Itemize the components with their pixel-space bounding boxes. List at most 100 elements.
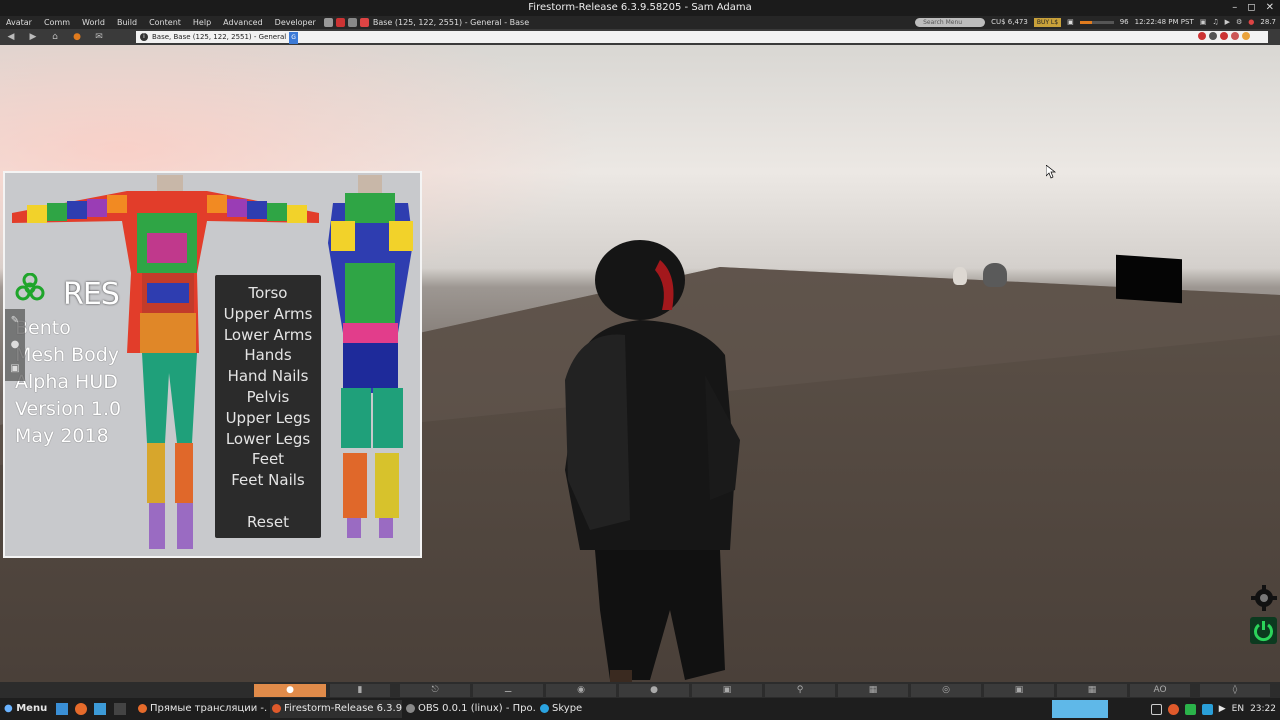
parcel-icons <box>1198 32 1250 40</box>
3d-viewport[interactable]: RES Bento Mesh Body Alpha HUD Version 1.… <box>0 45 1280 682</box>
location-text[interactable]: Base (125, 122, 2551) - General - Base <box>373 16 529 29</box>
window-icon[interactable] <box>1150 703 1162 715</box>
snapshot-button[interactable]: ▣ <box>984 684 1054 697</box>
voice-button[interactable]: ⎋ <box>400 684 470 697</box>
volume-icon[interactable]: ▶ <box>1225 16 1230 29</box>
start-menu-label: Menu <box>16 703 48 714</box>
task-firestorm[interactable]: Firestorm-Release 6.3.9... <box>270 700 402 718</box>
hud-upper-legs-button[interactable]: Upper Legs <box>215 408 321 429</box>
task-skype[interactable]: Skype <box>538 700 618 718</box>
mesh-body-alpha-hud[interactable]: RES Bento Mesh Body Alpha HUD Version 1.… <box>3 171 422 558</box>
volume-tray-icon[interactable]: ▶ <box>1219 704 1226 714</box>
hud-feet-button[interactable]: Feet <box>215 449 321 470</box>
folder-icon[interactable] <box>94 703 106 715</box>
vase-gray[interactable] <box>983 263 1007 287</box>
hud-hands-button[interactable]: Hands <box>215 345 321 366</box>
location-address-field[interactable]: i Base, Base (125, 122, 2551) - General G <box>136 31 1268 44</box>
buy-currency-button[interactable]: BUY L$ <box>1033 18 1062 27</box>
no-fly-icon[interactable] <box>335 18 345 27</box>
workspace-switcher[interactable] <box>1052 700 1108 718</box>
menu-help[interactable]: Help <box>187 16 217 29</box>
hud-line: May 2018 <box>15 425 109 447</box>
hud-feet-nails-button[interactable]: Feet Nails <box>215 470 321 491</box>
task-obs[interactable]: OBS 0.0.1 (linux) - Про... <box>404 700 536 718</box>
menu-content[interactable]: Content <box>143 16 187 29</box>
hud-reset-button[interactable]: Reset <box>215 512 321 533</box>
no-script-icon[interactable] <box>1209 32 1217 40</box>
power-icon <box>1254 621 1273 642</box>
firestorm-tray-icon[interactable] <box>1167 703 1179 715</box>
landmark-icon[interactable]: ✉ <box>88 30 110 44</box>
ao-button[interactable]: AO <box>1130 684 1190 697</box>
no-voice-icon[interactable] <box>1198 32 1206 40</box>
black-cube-object[interactable] <box>1116 254 1182 304</box>
media-icon[interactable]: ▣ <box>1200 16 1207 29</box>
volume-mute-icon[interactable]: ● <box>1248 16 1254 29</box>
menu-comm[interactable]: Comm <box>38 16 76 29</box>
biohazard-logo-icon <box>15 273 45 301</box>
vase-white[interactable] <box>953 267 967 285</box>
terminal-icon[interactable] <box>114 703 126 715</box>
view-button[interactable]: ◉ <box>546 684 616 697</box>
music-icon[interactable]: ♫ <box>1212 16 1218 29</box>
menu-avatar[interactable]: Avatar <box>0 16 38 29</box>
file-manager-icon[interactable] <box>56 703 68 715</box>
speak-button[interactable]: ▮ <box>330 684 390 697</box>
hud-lower-legs-button[interactable]: Lower Legs <box>215 429 321 450</box>
teleport-history-icon[interactable]: ● <box>66 30 88 44</box>
menu-developer[interactable]: Developer <box>269 16 322 29</box>
location-pin-icon[interactable]: ● <box>5 333 25 357</box>
gear-icon[interactable] <box>1250 584 1278 612</box>
hud-line: Version 1.0 <box>15 398 122 420</box>
voice-icon[interactable] <box>323 18 333 27</box>
avatar-figure[interactable] <box>540 230 760 682</box>
update-icon[interactable] <box>1184 703 1196 715</box>
chat-button[interactable]: ● <box>254 684 326 697</box>
hud-pelvis-button[interactable]: Pelvis <box>215 387 321 408</box>
move-button[interactable]: ⚊ <box>473 684 543 697</box>
camera-icon[interactable]: ▣ <box>5 357 25 381</box>
hud-lower-arms-button[interactable]: Lower Arms <box>215 325 321 346</box>
inventory-button[interactable]: ▦ <box>1057 684 1127 697</box>
gesture-icon[interactable]: ✎ <box>5 309 25 333</box>
parcel-flags <box>323 18 369 27</box>
damage-icon[interactable] <box>1220 32 1228 40</box>
start-menu-button[interactable]: ● Menu <box>4 698 47 720</box>
status-value: 28.7 <box>1260 18 1276 26</box>
back-icon[interactable]: ◀ <box>0 30 22 44</box>
firefox-icon[interactable] <box>75 703 87 715</box>
no-push-icon[interactable] <box>359 18 369 27</box>
menu-world[interactable]: World <box>76 16 111 29</box>
forward-icon[interactable]: ▶ <box>22 30 44 44</box>
fps-value: 96 <box>1119 18 1129 26</box>
favorite-star-icon[interactable] <box>1242 32 1250 40</box>
search-button[interactable]: ⚲ <box>765 684 835 697</box>
task-browser[interactable]: Прямые трансляции -... <box>136 700 268 718</box>
skype-tray-icon[interactable] <box>1201 703 1213 715</box>
menu-build[interactable]: Build <box>111 16 143 29</box>
close-icon[interactable]: ✕ <box>1266 0 1274 16</box>
language-indicator[interactable]: EN <box>1232 704 1244 714</box>
ao-toggle-icon[interactable]: ◊ <box>1200 684 1270 697</box>
shopping-bag-icon[interactable]: ▣ <box>1067 16 1074 29</box>
home-icon[interactable]: ⌂ <box>44 30 66 44</box>
minimap-button[interactable]: ◎ <box>911 684 981 697</box>
no-build-icon[interactable] <box>347 18 357 27</box>
hud-hand-nails-button[interactable]: Hand Nails <box>215 366 321 387</box>
hud-torso-button[interactable]: Torso <box>215 283 321 304</box>
settings-icon[interactable]: ⚙ <box>1236 16 1242 29</box>
search-menu-input[interactable]: Search Menu <box>915 18 986 27</box>
power-button[interactable] <box>1250 617 1277 644</box>
clock[interactable]: 23:22 <box>1250 704 1276 714</box>
people-button[interactable]: ● <box>619 684 689 697</box>
menu-advanced[interactable]: Advanced <box>217 16 269 29</box>
minimize-icon[interactable]: – <box>1232 0 1237 16</box>
hud-upper-arms-button[interactable]: Upper Arms <box>215 304 321 325</box>
appearance-button[interactable]: ▣ <box>692 684 762 697</box>
start-menu-icon: ● <box>4 703 13 714</box>
balance-text[interactable]: CU$ 6,473 <box>991 16 1028 29</box>
map-button[interactable]: ▦ <box>838 684 908 697</box>
no-see-icon[interactable] <box>1231 32 1239 40</box>
maximize-icon[interactable]: ◻ <box>1247 0 1255 16</box>
info-icon[interactable]: i <box>140 33 148 41</box>
